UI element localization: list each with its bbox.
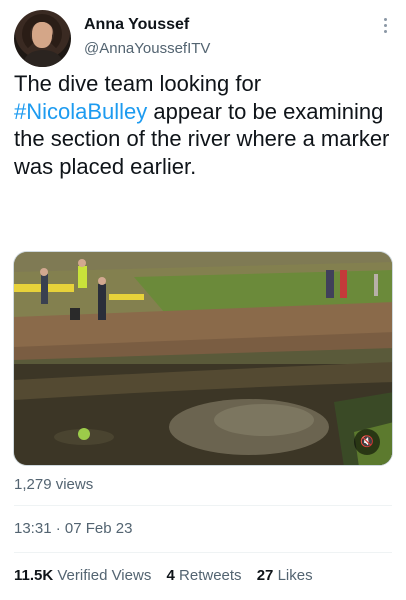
retweets-label: Retweets	[179, 567, 242, 584]
verified-views-count: 11.5K	[14, 567, 54, 584]
divider	[14, 552, 392, 553]
engagement-stats: 11.5K Verified Views 4 Retweets 27 Likes	[14, 567, 324, 584]
likes-stat[interactable]: 27 Likes	[257, 567, 313, 584]
retweets-count: 4	[166, 567, 175, 584]
speaker-muted-icon[interactable]: 🔇	[354, 429, 380, 455]
tweet-text-start: The dive team looking for	[14, 71, 262, 96]
view-count: 1,279 views	[14, 476, 94, 493]
tweet-header: Anna Youssef @AnnaYoussefITV	[14, 10, 394, 70]
tweet-timestamp[interactable]: 13:31 · 07 Feb 23	[14, 520, 132, 537]
verified-views-label: Verified Views	[57, 567, 152, 584]
avatar[interactable]	[14, 10, 71, 67]
author-name[interactable]: Anna Youssef	[84, 16, 189, 34]
likes-label: Likes	[277, 567, 313, 584]
video-frame	[14, 252, 392, 465]
verified-views-stat[interactable]: 11.5K Verified Views	[14, 567, 151, 584]
likes-count: 27	[256, 567, 274, 584]
author-handle[interactable]: @AnnaYoussefITV	[84, 40, 210, 57]
tweet-text: The dive team looking for #NicolaBulley …	[14, 70, 394, 180]
retweets-stat[interactable]: 4 Retweets	[167, 567, 242, 584]
tweet-video[interactable]: 🔇	[13, 251, 393, 466]
hashtag-link[interactable]: #NicolaBulley	[14, 99, 147, 124]
divider	[14, 505, 392, 506]
more-options-icon[interactable]	[380, 18, 390, 38]
